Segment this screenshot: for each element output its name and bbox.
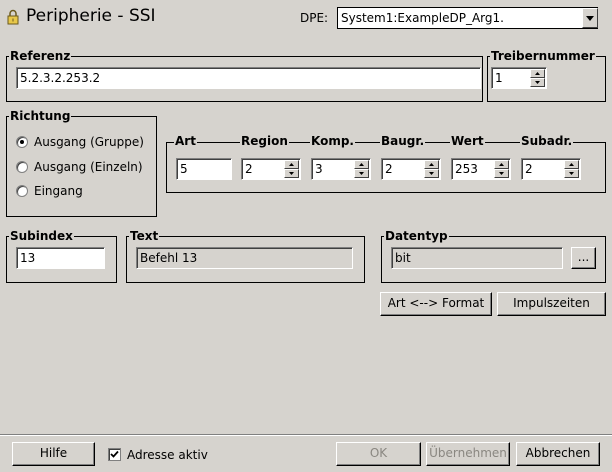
baugr-value: 2	[385, 162, 393, 176]
dpe-dropdown-button[interactable]	[582, 8, 598, 28]
stepper-up-button[interactable]	[284, 160, 299, 169]
art-format-button[interactable]: Art <--> Format	[380, 292, 492, 316]
arrow-up-icon	[499, 163, 504, 166]
subindex-input[interactable]: 13	[16, 247, 105, 269]
wert-value: 253	[455, 162, 478, 176]
region-label: Region	[240, 134, 289, 148]
subadr-label: Subadr.	[520, 134, 574, 148]
stepper-up-button[interactable]	[424, 160, 439, 169]
radio-ausgang-gruppe[interactable]	[16, 136, 28, 148]
arrow-up-icon	[569, 163, 574, 166]
komp-value: 3	[315, 162, 323, 176]
arrow-up-icon	[289, 163, 294, 166]
datentyp-browse-button[interactable]: ...	[571, 247, 596, 269]
adresse-aktiv-checkbox[interactable]	[108, 448, 121, 461]
abbrechen-button[interactable]: Abbrechen	[516, 442, 600, 466]
stepper-up-button[interactable]	[530, 69, 545, 78]
komp-stepper[interactable]: 3	[311, 158, 371, 180]
richtung-label: Richtung	[9, 109, 72, 123]
region-value: 2	[245, 162, 253, 176]
treibernummer-label: Treibernummer	[490, 49, 596, 63]
arrow-down-icon	[289, 172, 294, 175]
uebernehmen-button[interactable]: Übernehmen	[426, 442, 510, 466]
stepper-down-button[interactable]	[530, 78, 545, 87]
referenz-input[interactable]: 5.2.3.2.253.2	[16, 67, 481, 89]
radio-selected-dot	[20, 140, 24, 144]
dpe-label: DPE:	[300, 11, 329, 25]
stepper-down-button[interactable]	[284, 169, 299, 178]
stepper-up-button[interactable]	[494, 160, 509, 169]
referenz-label: Referenz	[9, 49, 72, 63]
hilfe-button[interactable]: Hilfe	[12, 442, 95, 466]
stepper-up-button[interactable]	[354, 160, 369, 169]
radio-ausgang-gruppe-label[interactable]: Ausgang (Gruppe)	[34, 135, 144, 149]
impulszeiten-button[interactable]: Impulszeiten	[497, 292, 606, 316]
lock-icon	[7, 9, 19, 25]
subindex-label: Subindex	[9, 229, 74, 243]
arrow-up-icon	[535, 72, 540, 75]
radio-ausgang-einzeln-label[interactable]: Ausgang (Einzeln)	[34, 160, 143, 174]
stepper-down-button[interactable]	[424, 169, 439, 178]
subadr-value: 2	[525, 162, 533, 176]
dpe-select-value: System1:ExampleDP_Arg1.	[341, 11, 504, 25]
treibernummer-value: 1	[495, 71, 503, 85]
baugr-label: Baugr.	[380, 134, 426, 148]
radio-eingang[interactable]	[16, 185, 28, 197]
arrow-down-icon	[569, 172, 574, 175]
art-label: Art	[174, 134, 197, 148]
arrow-up-icon	[359, 163, 364, 166]
datentyp-display: bit	[391, 247, 563, 269]
dpe-select[interactable]: System1:ExampleDP_Arg1.	[337, 7, 598, 29]
stepper-up-button[interactable]	[564, 160, 579, 169]
baugr-stepper[interactable]: 2	[381, 158, 441, 180]
wert-label: Wert	[450, 134, 485, 148]
chevron-down-icon	[586, 15, 594, 21]
page-title: Peripherie - SSI	[26, 6, 156, 26]
text-display: Befehl 13	[136, 247, 353, 269]
ok-button[interactable]: OK	[336, 442, 421, 466]
arrow-down-icon	[359, 172, 364, 175]
arrow-down-icon	[499, 172, 504, 175]
stepper-down-button[interactable]	[494, 169, 509, 178]
stepper-down-button[interactable]	[564, 169, 579, 178]
radio-eingang-label[interactable]: Eingang	[34, 184, 83, 198]
datentyp-label: Datentyp	[384, 229, 449, 243]
stepper-down-button[interactable]	[354, 169, 369, 178]
radio-ausgang-einzeln[interactable]	[16, 161, 28, 173]
arrow-down-icon	[535, 81, 540, 84]
subadr-stepper[interactable]: 2	[521, 158, 581, 180]
text-label: Text	[129, 229, 160, 243]
region-stepper[interactable]: 2	[241, 158, 301, 180]
komp-label: Komp.	[310, 134, 355, 148]
arrow-down-icon	[429, 172, 434, 175]
wert-stepper[interactable]: 253	[451, 158, 511, 180]
checkmark-icon	[110, 450, 119, 458]
treibernummer-stepper[interactable]: 1	[491, 67, 547, 89]
adresse-aktiv-label[interactable]: Adresse aktiv	[127, 448, 208, 462]
art-input[interactable]: 5	[176, 158, 232, 180]
arrow-up-icon	[429, 163, 434, 166]
